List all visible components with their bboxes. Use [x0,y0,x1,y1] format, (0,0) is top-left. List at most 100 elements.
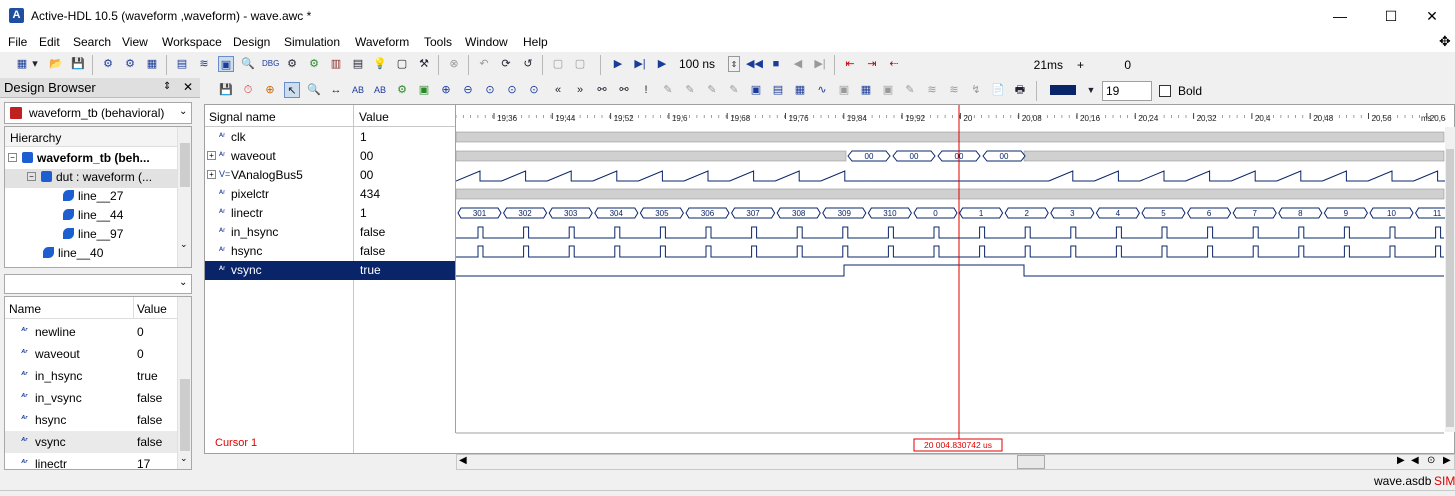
tree-item-line-97[interactable]: line__97 [63,227,123,241]
menu-simulation[interactable]: Simulation [284,35,340,49]
menu-workspace[interactable]: Workspace [162,35,222,49]
signal-list-icon[interactable]: ▤ [770,82,786,98]
wave-vertical-scrollbar[interactable] [1445,127,1455,432]
maximize-button[interactable]: ☐ [1368,0,1414,32]
library-icon[interactable]: ▦ [144,56,160,72]
wave-horizontal-scrollbar[interactable]: ◀ ▶ ◀ ⊙ ▶ [456,454,1455,470]
menu-waveform[interactable]: Waveform [355,35,409,49]
minimize-button[interactable]: — [1317,0,1363,32]
watch-icon[interactable]: ▢ [572,56,588,72]
docs-icon[interactable]: ▤ [350,56,366,72]
tree-item-line-40[interactable]: line__40 [43,246,103,260]
expand-icon[interactable]: + [207,170,216,179]
hscroll-thumb[interactable] [1017,455,1045,469]
windows-icon[interactable]: ▢ [394,56,410,72]
ab-icon[interactable]: AB [350,82,366,98]
zoom-in-icon[interactable]: ⊕ [438,82,454,98]
breakpoint-icon[interactable]: ▢ [550,56,566,72]
objects-scrollbar[interactable]: ⌄ [177,297,191,469]
step-value-field[interactable]: 0 [1094,56,1134,74]
menu-design[interactable]: Design [233,35,270,49]
trace-in-icon[interactable]: ⇤ [842,56,858,72]
menu-file[interactable]: File [8,35,27,49]
step-back-icon[interactable]: ◀◀ [746,56,763,72]
tree-scroll-thumb[interactable] [180,143,190,187]
move-icon[interactable]: ✥ [1439,33,1451,50]
dbg-icon[interactable]: DBG [262,56,279,72]
find-next-icon[interactable]: ⚯ [616,82,632,98]
run-until-icon[interactable]: ▶| [632,56,648,72]
trace-over-icon[interactable]: ⇥ [864,56,880,72]
restart-icon[interactable]: ↶ [476,56,492,72]
find-binoculars-icon[interactable]: ⚯ [594,82,610,98]
pin-icon[interactable]: ⇕ [163,81,171,92]
run-for-icon[interactable]: ▶ [654,56,670,72]
dis-6-icon[interactable]: ▣ [880,82,896,98]
object-row[interactable]: ᴬʳ in_hsync true [5,365,177,387]
bookmark-icon[interactable]: ! [638,82,654,98]
run-icon[interactable]: ▶ [610,56,626,72]
sim-time-field[interactable]: 100 ns [676,55,726,75]
color-dropdown-icon[interactable]: ▼ [1086,82,1096,98]
console-icon[interactable]: ▤ [174,56,190,72]
compile-icon[interactable]: ⚙ [100,56,116,72]
menu-tools[interactable]: Tools [424,35,452,49]
dataflow-icon[interactable]: ▦ [858,82,874,98]
compare-icon[interactable]: ⚙ [394,82,410,98]
end-time-field[interactable]: 21ms [906,56,1066,74]
menu-edit[interactable]: Edit [39,35,60,49]
stop-disabled-icon[interactable]: ⊗ [446,56,462,72]
library-manager-icon[interactable]: ⚙ [306,56,322,72]
zoom-out-icon[interactable]: ⊖ [460,82,476,98]
panel-close-icon[interactable]: ✕ [183,80,193,94]
tools-icon[interactable]: ⚒ [416,56,432,72]
analog-icon[interactable]: ∿ [814,82,830,98]
design-browser-icon[interactable]: ▣ [218,56,234,72]
save-icon[interactable]: 💾 [70,56,86,72]
signal-view-icon[interactable]: ▣ [748,82,764,98]
trace-out-icon[interactable]: ⇠ [886,56,902,72]
document-icon[interactable]: 📄 [990,82,1006,98]
font-size-field[interactable]: 19 [1102,81,1152,101]
zoom-cursor-icon[interactable]: ⊙ [526,82,542,98]
menu-search[interactable]: Search [73,35,111,49]
object-filter-combo[interactable]: ⌄ [4,274,192,294]
tree-item-line-44[interactable]: line__44 [63,208,123,222]
add-signal-icon[interactable]: ⊕ [262,82,278,98]
dis-4-icon[interactable]: ✎ [726,82,742,98]
tree-item-line-27[interactable]: line__27 [63,189,123,203]
menu-help[interactable]: Help [523,35,548,49]
step-icon[interactable]: ◀ [790,56,806,72]
clock-icon[interactable]: ⏱ [240,82,256,98]
measure-icon[interactable]: ↔ [328,82,344,98]
signal-row[interactable]: + ᴬʳ waveout 00 [205,147,455,166]
hierarchy-view-icon[interactable]: ▦ [792,82,808,98]
dis-7-icon[interactable]: ✎ [902,82,918,98]
close-button[interactable]: ✕ [1409,0,1455,32]
prev-edge-icon[interactable]: « [550,82,566,98]
dis-10-icon[interactable]: ↯ [968,82,984,98]
bold-checkbox[interactable] [1159,85,1171,97]
tree-item-waveform-tb[interactable]: − waveform_tb (beh... [8,151,150,165]
waveform-icon[interactable]: ≋ [196,56,212,72]
time-spinner-icon[interactable]: ⇕ [728,56,740,72]
find-icon[interactable]: 🔍 [240,56,256,72]
open-folder-icon[interactable]: 📂 [48,56,64,72]
dis-2-icon[interactable]: ✎ [682,82,698,98]
menu-window[interactable]: Window [465,35,508,49]
zoom-range-icon[interactable]: ⊙ [504,82,520,98]
object-row[interactable]: ᴬʳ linectr 17 [5,453,177,469]
new-file-icon[interactable]: ▦ [14,56,30,72]
object-row[interactable]: ᴬʳ waveout 0 [5,343,177,365]
signal-row[interactable]: ᴬʳ clk 1 [205,128,455,147]
signal-row[interactable]: + V= VAnalogBus5 00 [205,166,455,185]
pointer-icon[interactable]: ↖ [284,82,300,98]
step-over-icon[interactable]: ▶| [812,56,828,72]
signal-row[interactable]: ᴬʳ vsync true [205,261,455,280]
tree-scrollbar[interactable]: ⌄ [177,127,191,267]
dis-9-icon[interactable]: ≋ [946,82,962,98]
dis-1-icon[interactable]: ✎ [660,82,676,98]
dis-8-icon[interactable]: ≋ [924,82,940,98]
zoom-tool-icon[interactable]: 🔍 [306,82,322,98]
tip-bulb-icon[interactable]: 💡 [372,56,388,72]
